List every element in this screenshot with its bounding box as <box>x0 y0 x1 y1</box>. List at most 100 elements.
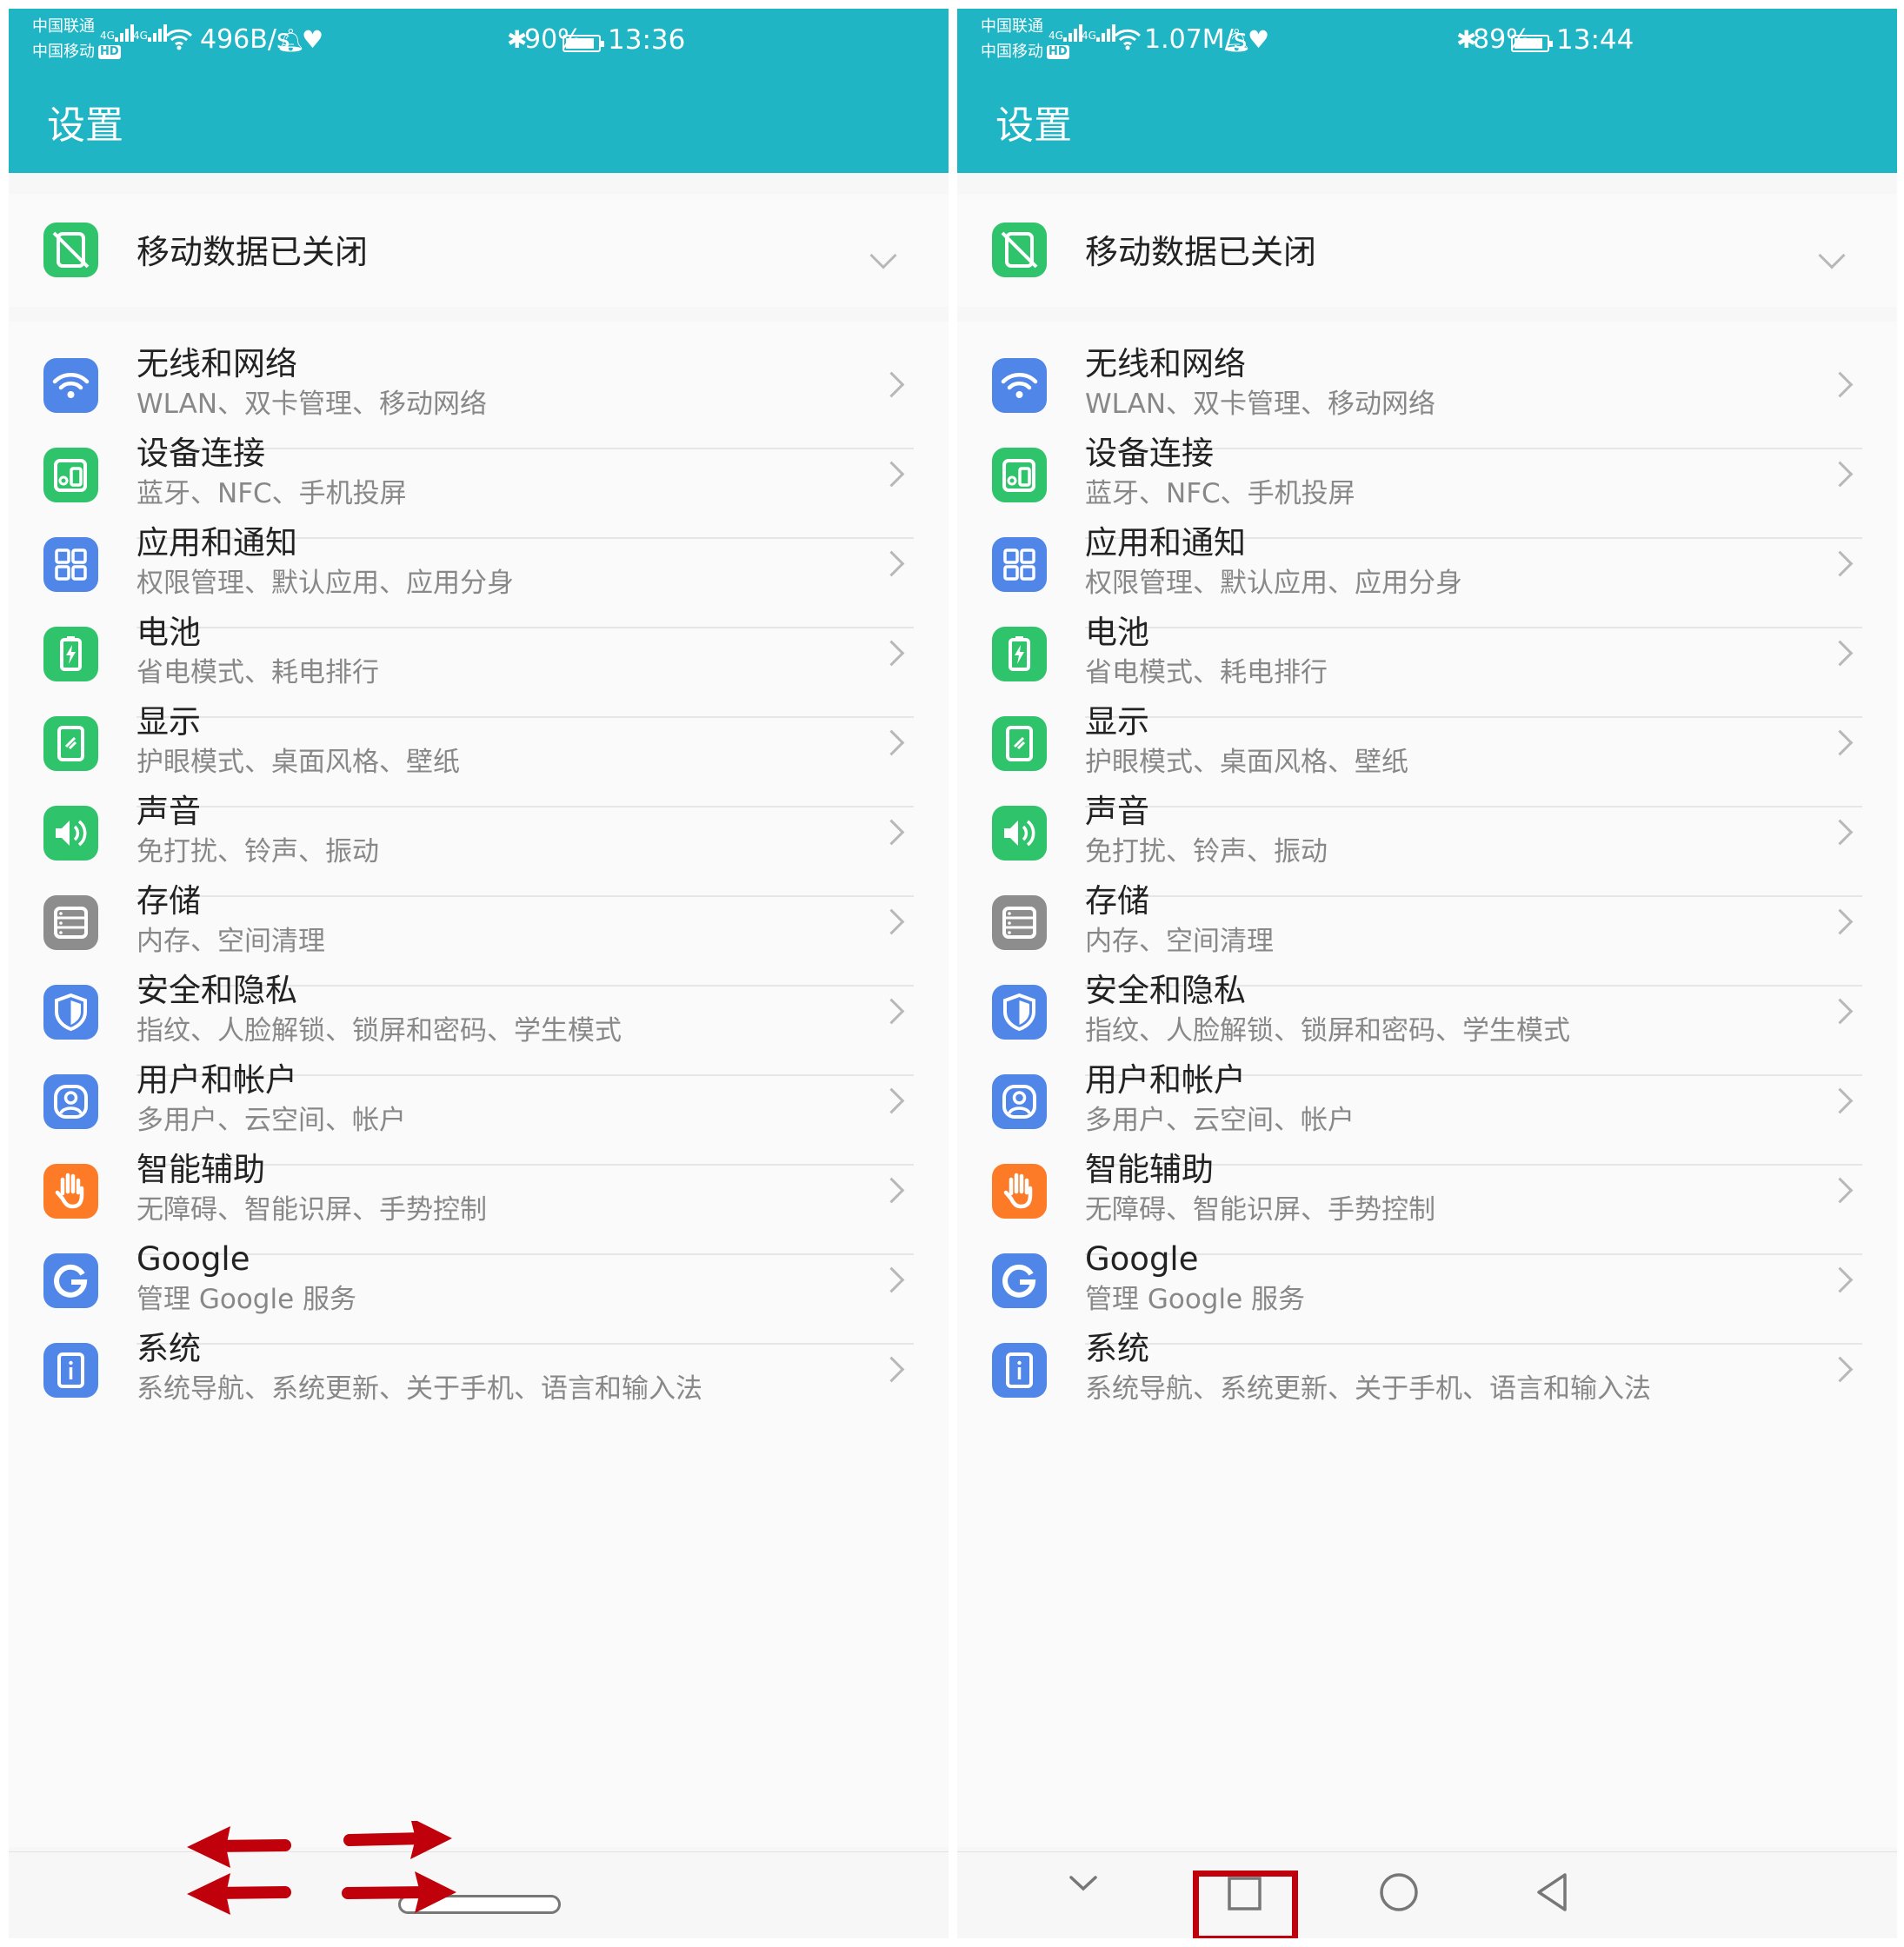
battery-status-icon <box>1511 35 1553 52</box>
chevron-right-icon <box>1827 550 1854 577</box>
display-icon <box>43 716 98 771</box>
settings-list: 无线和网络 WLAN、双卡管理、移动网络 设备连接 蓝牙、NFC、手机投屏 应用… <box>9 322 949 1847</box>
mobile-data-label: 移动数据已关闭 <box>1085 233 1317 271</box>
hd-badge: HD <box>1047 45 1069 59</box>
battery-icon <box>43 627 98 681</box>
chevron-right-icon <box>878 550 905 577</box>
recents-highlight-box <box>1193 1871 1298 1938</box>
home-button[interactable] <box>1347 1852 1451 1938</box>
device-connect-icon <box>992 448 1047 502</box>
mobile-data-label: 移动数据已关闭 <box>136 233 369 271</box>
signal-icon: 4G <box>100 24 136 42</box>
settings-item-title: 电池 <box>1085 614 1149 651</box>
chevron-right-icon <box>878 819 905 846</box>
settings-item-title: 用户和帐户 <box>136 1061 297 1099</box>
chevron-right-icon <box>878 1087 905 1114</box>
system-info-icon <box>43 1343 98 1398</box>
storage-icon <box>992 895 1047 950</box>
chevron-right-icon <box>878 640 905 667</box>
network-type: 4G <box>100 30 115 42</box>
hand-icon <box>43 1164 98 1219</box>
network-type: 4G <box>1049 30 1063 42</box>
settings-item-title: 安全和隐私 <box>136 972 297 1009</box>
settings-item-title: 声音 <box>136 793 201 830</box>
chevron-right-icon <box>1827 1087 1854 1114</box>
device-connect-icon <box>43 448 98 502</box>
swipe-left-arrowhead <box>187 1826 230 1868</box>
system-info-icon <box>992 1343 1047 1398</box>
health-heart-icon: ♥ <box>302 25 324 54</box>
battery-status-icon <box>563 35 604 52</box>
settings-item-title: 无线和网络 <box>1085 345 1246 382</box>
page-title: 设置 <box>47 103 123 148</box>
chevron-right-icon <box>1827 640 1854 667</box>
mobile-data-toggle[interactable]: 移动数据已关闭 <box>9 194 949 307</box>
settings-header: 中国联通 中国移动 HD 4G 4G 496B/s 🔔︎ ♥ ✱ 90% 13:3… <box>9 9 949 173</box>
collapse-down-button[interactable] <box>1031 1852 1135 1938</box>
wifi-status-icon <box>1114 29 1142 50</box>
settings-item-title: 无线和网络 <box>136 345 297 382</box>
speaker-icon <box>992 806 1047 861</box>
back-triangle-icon <box>1537 1873 1567 1911</box>
settings-item-title: 系统 <box>1085 1330 1149 1367</box>
settings-item-system[interactable]: 系统 系统导航、系统更新、关于手机、语言和输入法 <box>9 1306 949 1434</box>
settings-item-system[interactable]: 系统 系统导航、系统更新、关于手机、语言和输入法 <box>957 1306 1897 1434</box>
signal-icon: 4G <box>1049 24 1084 42</box>
speaker-icon <box>43 806 98 861</box>
swipe-right-arrow <box>342 1886 434 1899</box>
settings-item-title: 用户和帐户 <box>1085 1061 1246 1099</box>
mobile-data-off-icon <box>43 223 98 277</box>
mobile-data-toggle[interactable]: 移动数据已关闭 <box>957 194 1897 307</box>
carrier-2: 中国移动 <box>981 43 1043 61</box>
mobile-data-off-icon <box>992 223 1047 277</box>
settings-item-title: 安全和隐私 <box>1085 972 1246 1009</box>
network-type: 4G <box>1082 30 1096 42</box>
shield-icon <box>43 985 98 1040</box>
page-title: 设置 <box>995 103 1072 148</box>
settings-item-title: 显示 <box>136 703 201 741</box>
settings-item-title: 电池 <box>136 614 201 651</box>
chevron-right-icon <box>878 729 905 756</box>
clock: 13:36 <box>608 24 686 56</box>
network-type: 4G <box>133 30 148 42</box>
home-circle-icon <box>1380 1873 1418 1911</box>
google-icon <box>43 1253 98 1308</box>
settings-item-title: 存储 <box>1085 882 1149 920</box>
chevron-right-icon <box>878 998 905 1025</box>
chevron-right-icon <box>1827 461 1854 488</box>
signal-icon: 4G <box>133 24 169 42</box>
chevron-right-icon <box>878 371 905 398</box>
shield-icon <box>992 985 1047 1040</box>
swipe-right-arrow <box>343 1832 430 1846</box>
carrier-2: 中国移动 <box>32 43 95 61</box>
three-key-navigation-bar <box>957 1851 1897 1938</box>
chevron-right-icon <box>878 1177 905 1204</box>
chevron-down-icon <box>1818 242 1846 269</box>
chevron-right-icon <box>1827 998 1854 1025</box>
chevron-right-icon <box>878 1356 905 1383</box>
back-button[interactable] <box>1501 1852 1605 1938</box>
chevron-right-icon <box>878 461 905 488</box>
settings-item-title: 设备连接 <box>1085 435 1214 472</box>
settings-item-title: 显示 <box>1085 703 1149 741</box>
settings-item-title: 应用和通知 <box>1085 524 1246 562</box>
settings-item-title: Google <box>1085 1240 1199 1278</box>
collapse-down-icon <box>1069 1876 1097 1891</box>
settings-item-title: Google <box>136 1240 250 1278</box>
settings-item-title: 系统 <box>136 1330 201 1367</box>
chevron-right-icon <box>1827 819 1854 846</box>
clock: 13:44 <box>1556 24 1634 56</box>
settings-item-title: 智能辅助 <box>1085 1151 1214 1188</box>
settings-item-title: 设备连接 <box>136 435 265 472</box>
swipe-left-arrowhead <box>187 1873 230 1915</box>
battery-icon <box>992 627 1047 681</box>
settings-list: 无线和网络 WLAN、双卡管理、移动网络 设备连接 蓝牙、NFC、手机投屏 应用… <box>957 322 1897 1847</box>
apps-grid-icon <box>43 537 98 592</box>
chevron-right-icon <box>878 908 905 935</box>
chevron-down-icon <box>869 242 897 269</box>
hand-icon <box>992 1164 1047 1219</box>
wifi-icon <box>43 358 98 413</box>
wifi-icon <box>992 358 1047 413</box>
chevron-right-icon <box>1827 908 1854 935</box>
wifi-status-icon <box>165 29 193 50</box>
